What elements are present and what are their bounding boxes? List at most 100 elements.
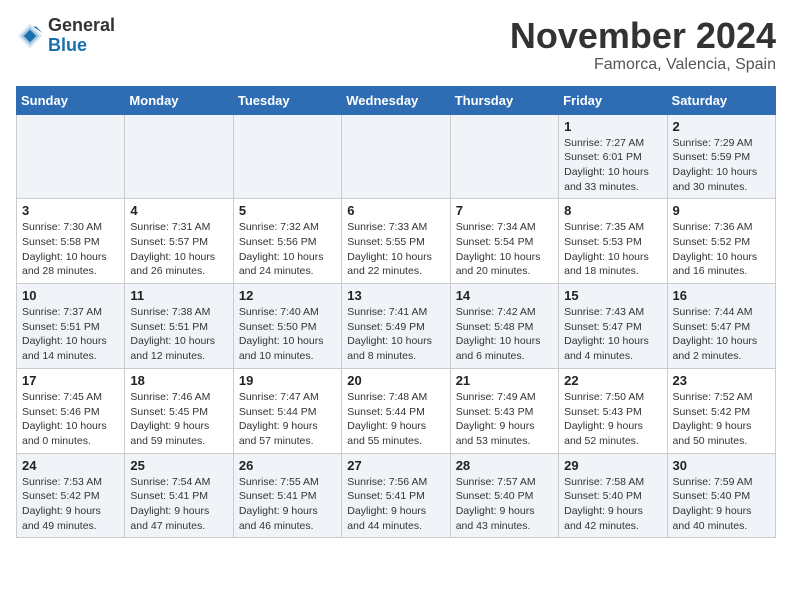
day-number: 2 [673, 119, 770, 134]
day-cell: 14Sunrise: 7:42 AMSunset: 5:48 PMDayligh… [450, 284, 558, 369]
day-cell: 20Sunrise: 7:48 AMSunset: 5:44 PMDayligh… [342, 368, 450, 453]
day-number: 28 [456, 458, 553, 473]
day-number: 23 [673, 373, 770, 388]
day-cell: 29 Sunrise: 7:58 AMSunset: 5:40 PMDayligh… [559, 453, 667, 538]
day-number: 24 [22, 458, 119, 473]
day-info: Sunrise: 7:27 AMSunset: 6:01 PMDaylight:… [564, 136, 661, 195]
day-info: Sunrise: 7:30 AMSunset: 5:58 PMDaylight:… [22, 220, 119, 279]
day-info: Sunrise: 7:55 AMSunset: 5:41 PMDaylight:… [239, 475, 336, 534]
day-number: 7 [456, 203, 553, 218]
day-info: Sunrise: 7:46 AMSunset: 5:45 PMDaylight:… [130, 390, 227, 449]
day-cell: 18 Sunrise: 7:46 AMSunset: 5:45 PMDayligh… [125, 368, 233, 453]
calendar-header: SundayMondayTuesdayWednesdayThursdayFrid… [17, 86, 776, 114]
day-info: Sunrise: 7:40 AMSunset: 5:50 PMDaylight:… [239, 305, 336, 364]
day-cell [17, 114, 125, 199]
day-number: 18 [130, 373, 227, 388]
day-number: 5 [239, 203, 336, 218]
day-number: 26 [239, 458, 336, 473]
day-info: Sunrise: 7:58 AMSunset: 5:40 PMDaylight:… [564, 475, 661, 534]
day-info: Sunrise: 7:44 AMSunset: 5:47 PMDaylight:… [673, 305, 770, 364]
day-number: 3 [22, 203, 119, 218]
day-number: 8 [564, 203, 661, 218]
day-number: 1 [564, 119, 661, 134]
day-cell: 28Sunrise: 7:57 AMSunset: 5:40 PMDayligh… [450, 453, 558, 538]
day-cell: 21Sunrise: 7:49 AMSunset: 5:43 PMDayligh… [450, 368, 558, 453]
day-number: 30 [673, 458, 770, 473]
day-info: Sunrise: 7:41 AMSunset: 5:49 PMDaylight:… [347, 305, 444, 364]
day-cell: 19 Sunrise: 7:47 AMSunset: 5:44 PMDayligh… [233, 368, 341, 453]
day-number: 27 [347, 458, 444, 473]
day-info: Sunrise: 7:54 AMSunset: 5:41 PMDaylight:… [130, 475, 227, 534]
day-cell: 9 Sunrise: 7:36 AMSunset: 5:52 PMDaylight… [667, 199, 775, 284]
day-info: Sunrise: 7:38 AMSunset: 5:51 PMDaylight:… [130, 305, 227, 364]
day-info: Sunrise: 7:29 AMSunset: 5:59 PMDaylight:… [673, 136, 770, 195]
day-cell: 16 Sunrise: 7:44 AMSunset: 5:47 PMDayligh… [667, 284, 775, 369]
day-cell [450, 114, 558, 199]
day-cell: 25 Sunrise: 7:54 AMSunset: 5:41 PMDayligh… [125, 453, 233, 538]
day-cell: 13 Sunrise: 7:41 AMSunset: 5:49 PMDayligh… [342, 284, 450, 369]
day-number: 22 [564, 373, 661, 388]
day-cell: 10Sunrise: 7:37 AMSunset: 5:51 PMDayligh… [17, 284, 125, 369]
logo-general: General [48, 16, 115, 36]
col-header-sunday: Sunday [17, 86, 125, 114]
logo-icon [16, 22, 44, 50]
day-number: 19 [239, 373, 336, 388]
day-cell: 17 Sunrise: 7:45 AMSunset: 5:46 PMDayligh… [17, 368, 125, 453]
day-number: 12 [239, 288, 336, 303]
week-row-2: 3 Sunrise: 7:30 AMSunset: 5:58 PMDaylight… [17, 199, 776, 284]
day-cell: 26 Sunrise: 7:55 AMSunset: 5:41 PMDayligh… [233, 453, 341, 538]
day-info: Sunrise: 7:59 AMSunset: 5:40 PMDaylight:… [673, 475, 770, 534]
logo: General Blue [16, 16, 115, 56]
day-cell: 24 Sunrise: 7:53 AMSunset: 5:42 PMDayligh… [17, 453, 125, 538]
week-row-4: 17 Sunrise: 7:45 AMSunset: 5:46 PMDayligh… [17, 368, 776, 453]
day-info: Sunrise: 7:45 AMSunset: 5:46 PMDaylight:… [22, 390, 119, 449]
week-row-1: 1 Sunrise: 7:27 AMSunset: 6:01 PMDaylight… [17, 114, 776, 199]
day-info: Sunrise: 7:35 AMSunset: 5:53 PMDaylight:… [564, 220, 661, 279]
page-header: General Blue November 2024 Famorca, Vale… [16, 16, 776, 74]
col-header-monday: Monday [125, 86, 233, 114]
day-cell: 8 Sunrise: 7:35 AMSunset: 5:53 PMDaylight… [559, 199, 667, 284]
day-info: Sunrise: 7:56 AMSunset: 5:41 PMDaylight:… [347, 475, 444, 534]
day-cell: 22Sunrise: 7:50 AMSunset: 5:43 PMDayligh… [559, 368, 667, 453]
col-header-saturday: Saturday [667, 86, 775, 114]
day-number: 9 [673, 203, 770, 218]
logo-text: General Blue [48, 16, 115, 56]
day-cell [342, 114, 450, 199]
calendar-body: 1 Sunrise: 7:27 AMSunset: 6:01 PMDaylight… [17, 114, 776, 538]
day-info: Sunrise: 7:52 AMSunset: 5:42 PMDaylight:… [673, 390, 770, 449]
day-info: Sunrise: 7:32 AMSunset: 5:56 PMDaylight:… [239, 220, 336, 279]
day-info: Sunrise: 7:31 AMSunset: 5:57 PMDaylight:… [130, 220, 227, 279]
header-row: SundayMondayTuesdayWednesdayThursdayFrid… [17, 86, 776, 114]
day-cell: 7Sunrise: 7:34 AMSunset: 5:54 PMDaylight… [450, 199, 558, 284]
logo-blue: Blue [48, 36, 115, 56]
day-cell: 1 Sunrise: 7:27 AMSunset: 6:01 PMDaylight… [559, 114, 667, 199]
col-header-wednesday: Wednesday [342, 86, 450, 114]
day-info: Sunrise: 7:42 AMSunset: 5:48 PMDaylight:… [456, 305, 553, 364]
day-info: Sunrise: 7:53 AMSunset: 5:42 PMDaylight:… [22, 475, 119, 534]
col-header-friday: Friday [559, 86, 667, 114]
day-cell [233, 114, 341, 199]
day-info: Sunrise: 7:37 AMSunset: 5:51 PMDaylight:… [22, 305, 119, 364]
day-number: 6 [347, 203, 444, 218]
day-cell: 5 Sunrise: 7:32 AMSunset: 5:56 PMDaylight… [233, 199, 341, 284]
day-number: 16 [673, 288, 770, 303]
day-number: 13 [347, 288, 444, 303]
day-cell: 3 Sunrise: 7:30 AMSunset: 5:58 PMDaylight… [17, 199, 125, 284]
location: Famorca, Valencia, Spain [510, 56, 776, 74]
day-number: 25 [130, 458, 227, 473]
day-cell [125, 114, 233, 199]
day-number: 11 [130, 288, 227, 303]
day-cell: 12 Sunrise: 7:40 AMSunset: 5:50 PMDayligh… [233, 284, 341, 369]
day-info: Sunrise: 7:33 AMSunset: 5:55 PMDaylight:… [347, 220, 444, 279]
day-cell: 23 Sunrise: 7:52 AMSunset: 5:42 PMDayligh… [667, 368, 775, 453]
week-row-5: 24 Sunrise: 7:53 AMSunset: 5:42 PMDayligh… [17, 453, 776, 538]
day-cell: 30 Sunrise: 7:59 AMSunset: 5:40 PMDayligh… [667, 453, 775, 538]
col-header-tuesday: Tuesday [233, 86, 341, 114]
day-number: 15 [564, 288, 661, 303]
day-info: Sunrise: 7:47 AMSunset: 5:44 PMDaylight:… [239, 390, 336, 449]
day-number: 29 [564, 458, 661, 473]
day-info: Sunrise: 7:36 AMSunset: 5:52 PMDaylight:… [673, 220, 770, 279]
day-cell: 15Sunrise: 7:43 AMSunset: 5:47 PMDayligh… [559, 284, 667, 369]
day-number: 17 [22, 373, 119, 388]
title-block: November 2024 Famorca, Valencia, Spain [510, 16, 776, 74]
